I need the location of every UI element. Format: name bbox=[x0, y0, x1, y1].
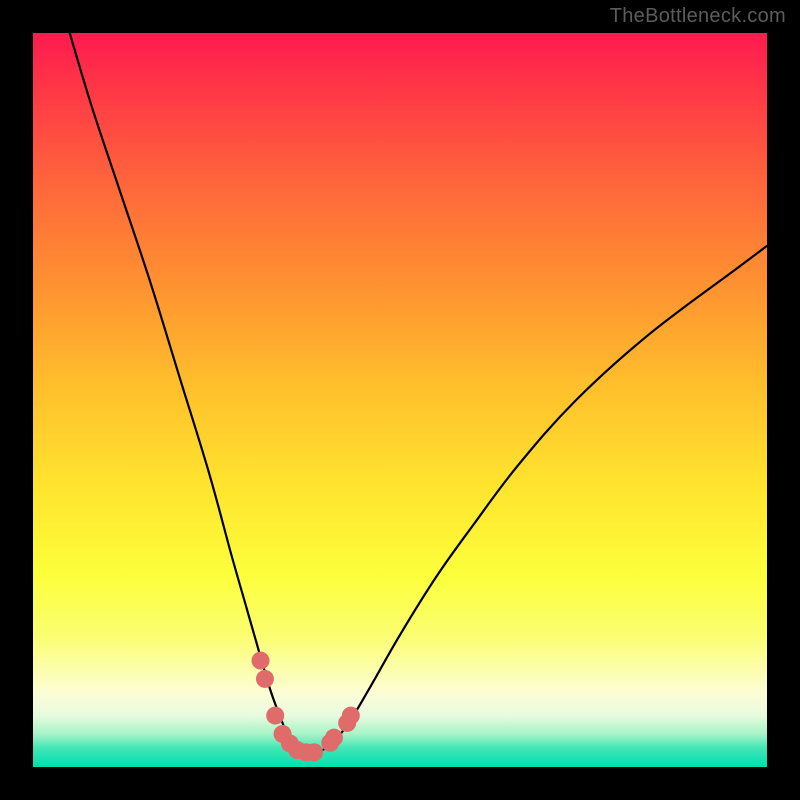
highlight-dot bbox=[256, 670, 274, 688]
highlight-dot bbox=[325, 729, 343, 747]
watermark-text: TheBottleneck.com bbox=[610, 5, 786, 28]
highlight-dot bbox=[252, 652, 270, 670]
chart-frame: TheBottleneck.com bbox=[0, 0, 800, 800]
plot-area bbox=[33, 33, 767, 767]
highlight-dot bbox=[305, 743, 323, 761]
highlight-dot bbox=[266, 707, 284, 725]
highlight-dot bbox=[342, 707, 360, 725]
highlight-dots bbox=[252, 652, 360, 762]
dots-layer bbox=[33, 33, 767, 767]
